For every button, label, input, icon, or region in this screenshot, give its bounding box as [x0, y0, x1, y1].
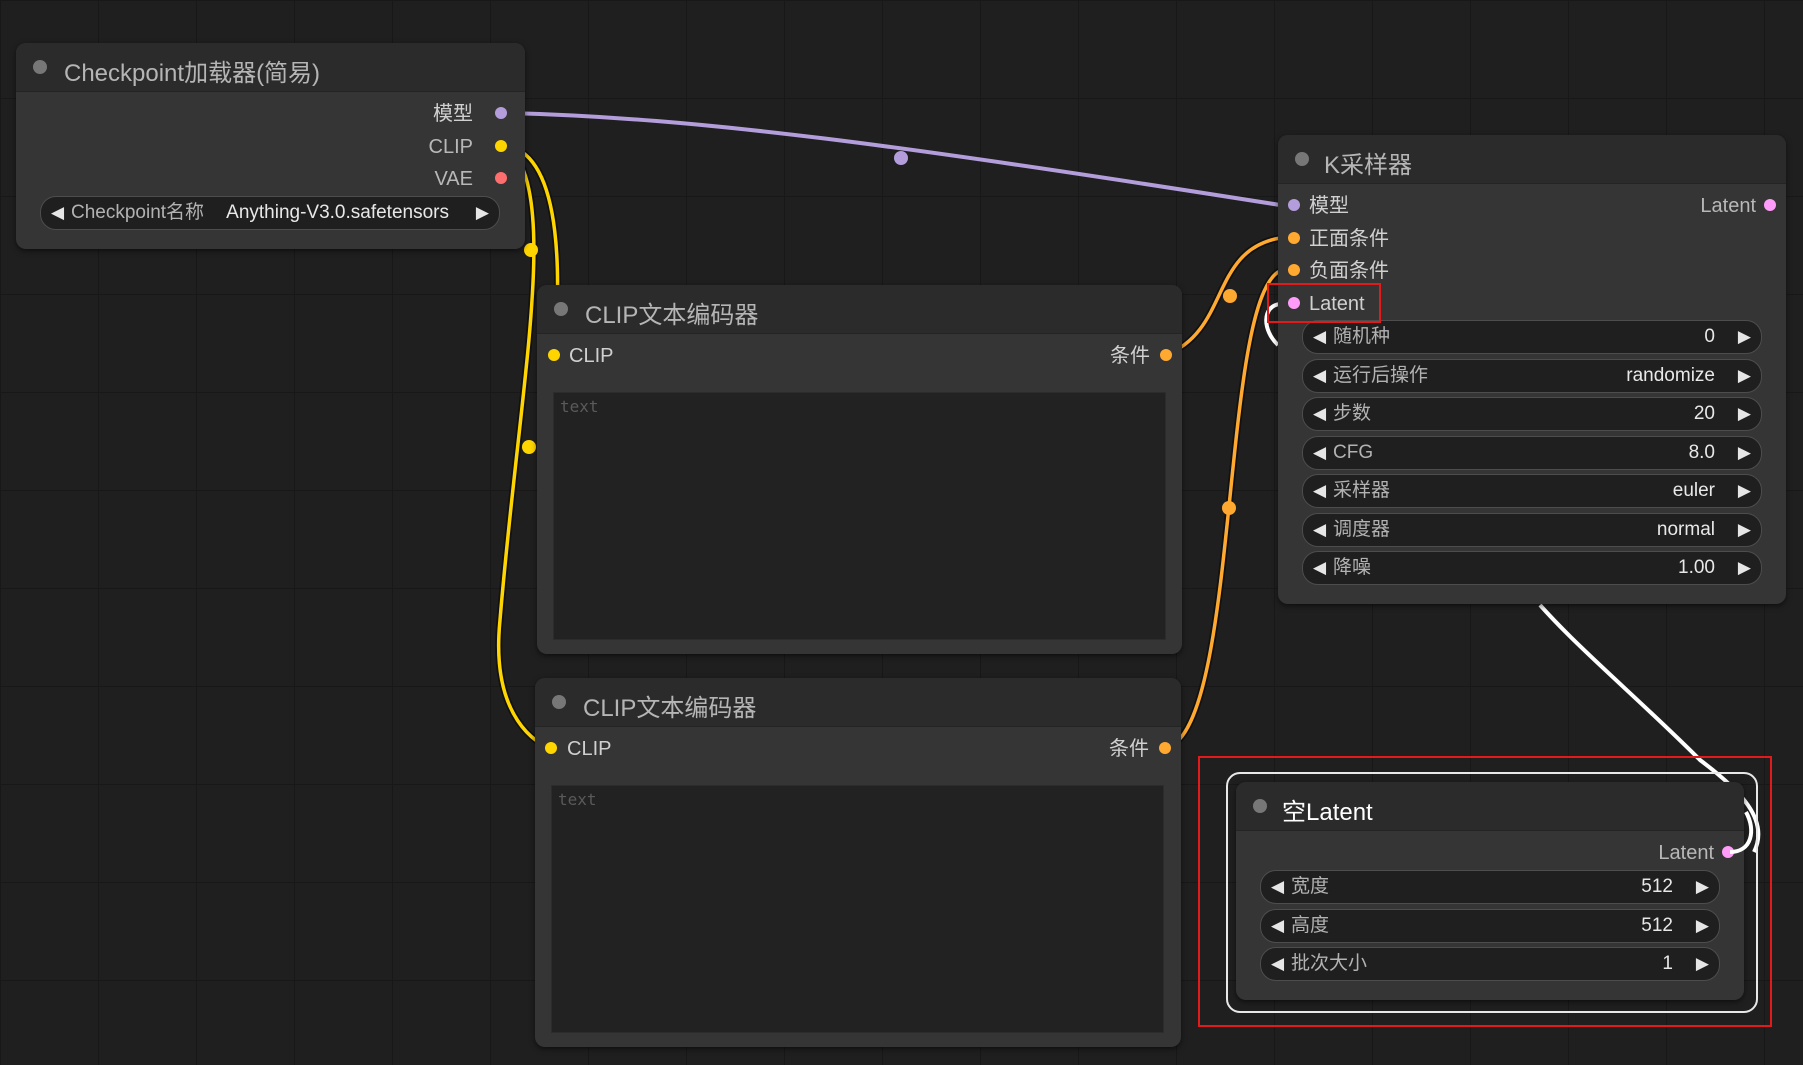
checkpoint-name-combo[interactable]: ◀ Checkpoint名称 Anything-V3.0.safetensors…	[40, 196, 500, 230]
right-arrow-icon[interactable]: ▶	[1738, 552, 1751, 584]
wire-clip-midpoint-1[interactable]	[524, 243, 538, 257]
wire-model[interactable]	[508, 111, 1281, 207]
input-slot-negative-icon[interactable]	[1288, 264, 1300, 276]
scheduler-widget[interactable]: ◀ 调度器 normal ▶	[1302, 513, 1762, 547]
collapse-dot-icon[interactable]	[552, 695, 566, 709]
widget-name: 调度器	[1333, 519, 1391, 540]
control-after-generate-widget[interactable]: ◀ 运行后操作 randomize ▶	[1302, 359, 1762, 393]
right-arrow-icon[interactable]: ▶	[1738, 437, 1751, 469]
output-slot-latent-icon[interactable]	[1764, 199, 1776, 211]
right-arrow-icon[interactable]: ▶	[1738, 360, 1751, 392]
output-label-clip: CLIP	[428, 136, 473, 158]
output-slot-conditioning-icon[interactable]	[1160, 349, 1172, 361]
cfg-widget[interactable]: ◀ CFG 8.0 ▶	[1302, 436, 1762, 470]
node-header[interactable]: Checkpoint加载器(简易)	[16, 43, 525, 92]
input-label-model: 模型	[1309, 195, 1349, 217]
left-arrow-icon[interactable]: ◀	[1313, 398, 1326, 430]
widget-value: 1.00	[1678, 557, 1715, 578]
collapse-dot-icon[interactable]	[33, 60, 47, 74]
seed-widget[interactable]: ◀ 随机种 0 ▶	[1302, 320, 1762, 354]
comfyui-canvas[interactable]: { "colors": { "model": "#b39ddb", "clip"…	[0, 0, 1803, 1065]
clip-text-encoder-node-1[interactable]: CLIP文本编码器 CLIP 条件 text	[537, 285, 1182, 654]
right-arrow-icon[interactable]: ▶	[1738, 398, 1751, 430]
wire-model-midpoint[interactable]	[894, 151, 908, 165]
node-title: K采样器	[1324, 152, 1413, 179]
output-label-latent: Latent	[1700, 195, 1756, 217]
input-slot-clip-icon[interactable]	[548, 349, 560, 361]
right-arrow-icon[interactable]: ▶	[1738, 514, 1751, 546]
sampler-name-widget[interactable]: ◀ 采样器 euler ▶	[1302, 474, 1762, 508]
collapse-dot-icon[interactable]	[554, 302, 568, 316]
node-header[interactable]: CLIP文本编码器	[537, 285, 1182, 334]
widget-name: 步数	[1333, 403, 1372, 424]
widget-value: randomize	[1626, 365, 1715, 386]
ksampler-node[interactable]: K采样器 模型 Latent 正面条件 负面条件 Latent ◀ 随机种 0 …	[1278, 135, 1786, 604]
left-arrow-icon[interactable]: ◀	[51, 197, 64, 229]
checkpoint-loader-node[interactable]: Checkpoint加载器(简易) 模型 CLIP VAE ◀ Checkpoi…	[16, 43, 525, 249]
left-arrow-icon[interactable]: ◀	[1313, 475, 1326, 507]
wire-negative-conditioning[interactable]	[1164, 267, 1283, 752]
node-header[interactable]: K采样器	[1278, 135, 1786, 184]
highlight-ksampler-latent-input	[1267, 283, 1381, 323]
left-arrow-icon[interactable]: ◀	[1313, 321, 1326, 353]
output-label-conditioning: 条件	[1109, 738, 1149, 760]
wire-positive-midpoint[interactable]	[1223, 289, 1237, 303]
denoise-widget[interactable]: ◀ 降噪 1.00 ▶	[1302, 551, 1762, 585]
output-slot-conditioning-icon[interactable]	[1159, 742, 1171, 754]
left-arrow-icon[interactable]: ◀	[1313, 437, 1326, 469]
left-arrow-icon[interactable]: ◀	[1313, 514, 1326, 546]
widget-name: CFG	[1333, 442, 1374, 463]
widget-value: 0	[1704, 326, 1715, 347]
wire-positive-conditioning[interactable]	[1164, 234, 1281, 359]
input-slot-clip-icon[interactable]	[545, 742, 557, 754]
output-label-model: 模型	[433, 103, 473, 125]
input-label-clip: CLIP	[569, 345, 614, 367]
widget-name: Checkpoint名称	[71, 202, 205, 223]
widget-value: normal	[1656, 519, 1715, 540]
output-label-conditioning: 条件	[1110, 345, 1150, 367]
widget-name: 随机种	[1333, 326, 1391, 347]
output-label-vae: VAE	[434, 168, 473, 190]
left-arrow-icon[interactable]: ◀	[1313, 552, 1326, 584]
output-slot-clip-icon[interactable]	[495, 140, 507, 152]
widget-name: 运行后操作	[1333, 365, 1429, 386]
widget-value: 8.0	[1688, 442, 1715, 463]
node-title: Checkpoint加载器(简易)	[64, 60, 321, 87]
prompt-textarea[interactable]: text	[551, 785, 1164, 1033]
wire-clip-midpoint-2[interactable]	[522, 440, 536, 454]
input-label-clip: CLIP	[567, 738, 612, 760]
input-slot-positive-icon[interactable]	[1288, 232, 1300, 244]
wire-negative-midpoint[interactable]	[1222, 501, 1236, 515]
input-label-positive: 正面条件	[1309, 228, 1389, 250]
widget-name: 采样器	[1333, 480, 1391, 501]
node-header[interactable]: CLIP文本编码器	[535, 678, 1181, 727]
clip-text-encoder-node-2[interactable]: CLIP文本编码器 CLIP 条件 text	[535, 678, 1181, 1047]
output-slot-vae-icon[interactable]	[495, 172, 507, 184]
widget-name: 降噪	[1333, 557, 1372, 578]
right-arrow-icon[interactable]: ▶	[476, 197, 489, 229]
widget-value: euler	[1672, 480, 1715, 501]
output-slot-model-icon[interactable]	[495, 107, 507, 119]
right-arrow-icon[interactable]: ▶	[1738, 475, 1751, 507]
prompt-textarea[interactable]: text	[553, 392, 1166, 640]
input-label-negative: 负面条件	[1309, 260, 1389, 282]
widget-value: Anything-V3.0.safetensors	[226, 202, 449, 223]
widget-value: 20	[1693, 403, 1715, 424]
node-title: CLIP文本编码器	[585, 302, 759, 329]
left-arrow-icon[interactable]: ◀	[1313, 360, 1326, 392]
steps-widget[interactable]: ◀ 步数 20 ▶	[1302, 397, 1762, 431]
highlight-empty-latent-node	[1198, 756, 1772, 1027]
node-title: CLIP文本编码器	[583, 695, 757, 722]
right-arrow-icon[interactable]: ▶	[1738, 321, 1751, 353]
collapse-dot-icon[interactable]	[1295, 152, 1309, 166]
input-slot-model-icon[interactable]	[1288, 199, 1300, 211]
